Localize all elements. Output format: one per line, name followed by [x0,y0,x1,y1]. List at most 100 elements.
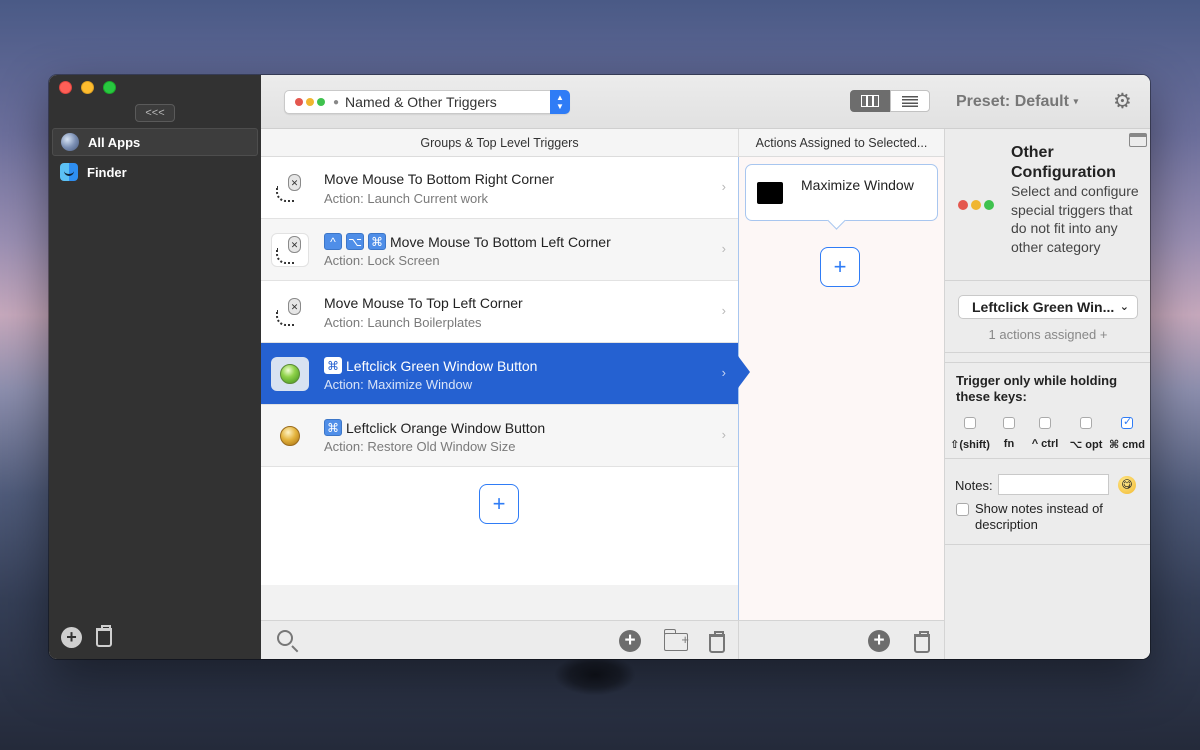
ctrl-label: ^ ctrl [1031,438,1059,450]
trigger-title: Leftclick Green Window Button [346,357,538,374]
fn-checkbox[interactable] [1003,417,1015,429]
cmd-key-option[interactable]: ⌘ cmd [1107,415,1147,451]
chevron-right-icon: › [721,179,726,194]
delete-app-button[interactable] [96,625,112,647]
sidebar-item-label: All Apps [88,134,141,150]
sidebar-item-all-apps[interactable]: All Apps [52,128,258,156]
chevron-right-icon: › [721,427,726,442]
trigger-row[interactable]: ✕ Move Mouse To Top Left Corner Action: … [261,281,738,343]
trigger-title: Leftclick Orange Window Button [346,419,546,436]
zoom-window-button[interactable] [103,81,116,94]
notes-section: Notes: 😋 Show notes instead of descripti… [945,467,1150,545]
action-card[interactable]: Maximize Window [745,164,938,221]
chevron-right-icon: › [721,303,726,318]
search-icon[interactable] [277,630,293,646]
delete-trigger-button[interactable] [709,631,725,653]
ctrl-key-option[interactable]: ^ ctrl [1025,417,1065,450]
add-action-button[interactable]: + [820,247,860,287]
mouse-path-icon: ✕ [271,171,309,205]
add-action-bottom-button[interactable]: + [868,630,890,652]
configuration-panel: Other Configuration Select and configure… [944,129,1150,659]
trigger-type-select[interactable]: ● Named & Other Triggers ▲ ▼ [284,90,570,114]
add-trigger-button[interactable]: + [479,484,519,524]
fn-label: fn [1003,438,1015,450]
bullet-icon: ● [333,96,340,108]
view-mode-toggle [850,90,930,112]
trigger-title: Move Mouse To Top Left Corner [324,295,523,311]
finder-icon [60,163,78,181]
collapse-sidebar-button[interactable]: <<< [135,104,175,122]
triggers-bottom-bar: + [261,620,738,659]
trigger-config: Leftclick Green Win... ⌄ 1 actions assig… [945,281,1150,353]
chevron-right-icon: › [721,365,726,380]
emoji-icon[interactable]: 😋 [1118,476,1136,494]
cmd-key-badge: ⌘ [324,357,342,374]
caret-down-icon: ▾ [1073,96,1079,108]
gear-icon[interactable]: ⚙ [1113,91,1132,113]
cmd-key-badge: ⌘ [368,233,386,250]
trigger-action: Action: Lock Screen [324,253,440,268]
trigger-select-value: Named & Other Triggers [345,94,497,110]
sidebar-bottom-bar: + [61,625,112,648]
preset-menu[interactable]: Preset: Default ▾ [956,93,1078,111]
groups-column-header: Groups & Top Level Triggers [261,129,738,157]
ctrl-checkbox[interactable] [1039,417,1051,429]
actions-assigned-link[interactable]: 1 actions assigned + [945,327,1150,342]
actions-column-header: Actions Assigned to Selected... [738,129,944,157]
config-title: Other Configuration [1011,144,1116,181]
new-folder-icon[interactable] [663,629,689,651]
globe-icon [61,133,79,151]
cmd-key-badge: ⌘ [324,419,342,436]
actions-bottom-bar: + [738,620,944,659]
maximize-window-icon [757,182,783,204]
actions-panel: Maximize Window + [738,157,944,620]
keys-title: Trigger only while holding these keys: [956,373,1118,404]
triggers-list: ✕ Move Mouse To Bottom Right Corner Acti… [261,157,738,620]
green-button-icon [271,357,309,391]
preset-label: Preset: Default [956,93,1069,110]
selection-pointer [738,356,750,388]
apps-sidebar: <<< All Apps Finder + [49,75,261,659]
config-header: Other Configuration Select and configure… [945,129,1150,281]
columns-view-button[interactable] [850,90,890,112]
chevron-down-icon: ⌄ [1119,301,1129,313]
config-description: Select and configure special triggers th… [1011,183,1139,255]
list-view-button[interactable] [890,90,930,112]
add-trigger-bottom-button[interactable]: + [619,630,641,652]
columns-icon [861,95,879,107]
trigger-action: Action: Restore Old Window Size [324,439,516,454]
sidebar-item-label: Finder [87,164,127,180]
cmd-checkbox[interactable] [1121,415,1133,429]
cmd-label: ⌘ cmd [1109,439,1145,451]
opt-checkbox[interactable] [1080,417,1092,429]
app-window: <<< All Apps Finder + ● Named & Other Tr… [49,75,1150,659]
trigger-dropdown[interactable]: Leftclick Green Win... ⌄ [958,295,1138,319]
trigger-row[interactable]: ✕ Move Mouse To Bottom Right Corner Acti… [261,157,738,219]
mouse-path-icon: ✕ [271,233,309,267]
trigger-action: Action: Maximize Window [324,377,473,392]
minimize-window-button[interactable] [81,81,94,94]
opt-key-option[interactable]: ⌥ opt [1066,417,1106,451]
action-label: Maximize Window [801,177,914,193]
shift-label: ⇧(shift) [950,439,990,451]
trigger-row[interactable]: ⌘ Leftclick Orange Window Button Action:… [261,405,738,467]
opt-key-badge: ⌥ [346,233,364,250]
toolbar: ● Named & Other Triggers ▲ ▼ Preset: Defa… [261,75,1150,129]
add-app-button[interactable]: + [61,627,82,648]
trigger-row-selected[interactable]: ⌘ Leftclick Green Window Button Action: … [261,343,738,405]
shift-checkbox[interactable] [964,417,976,429]
trigger-title: Move Mouse To Bottom Right Corner [324,171,555,187]
orange-button-icon [271,419,309,453]
notes-input[interactable] [998,474,1109,495]
trigger-row[interactable]: ✕ ^ ⌥ ⌘ Move Mouse To Bottom Left Corner… [261,219,738,281]
trigger-title: Move Mouse To Bottom Left Corner [390,233,611,250]
sidebar-item-finder[interactable]: Finder [52,158,258,186]
mouse-path-icon: ✕ [271,295,309,329]
show-notes-checkbox[interactable] [956,503,969,516]
shift-key-option[interactable]: ⇧(shift) [950,417,990,451]
delete-action-button[interactable] [914,631,930,653]
fn-key-option[interactable]: fn [989,417,1029,450]
select-stepper-icon[interactable]: ▲ ▼ [550,90,570,114]
close-window-button[interactable] [59,81,72,94]
ctrl-key-badge: ^ [324,233,342,250]
